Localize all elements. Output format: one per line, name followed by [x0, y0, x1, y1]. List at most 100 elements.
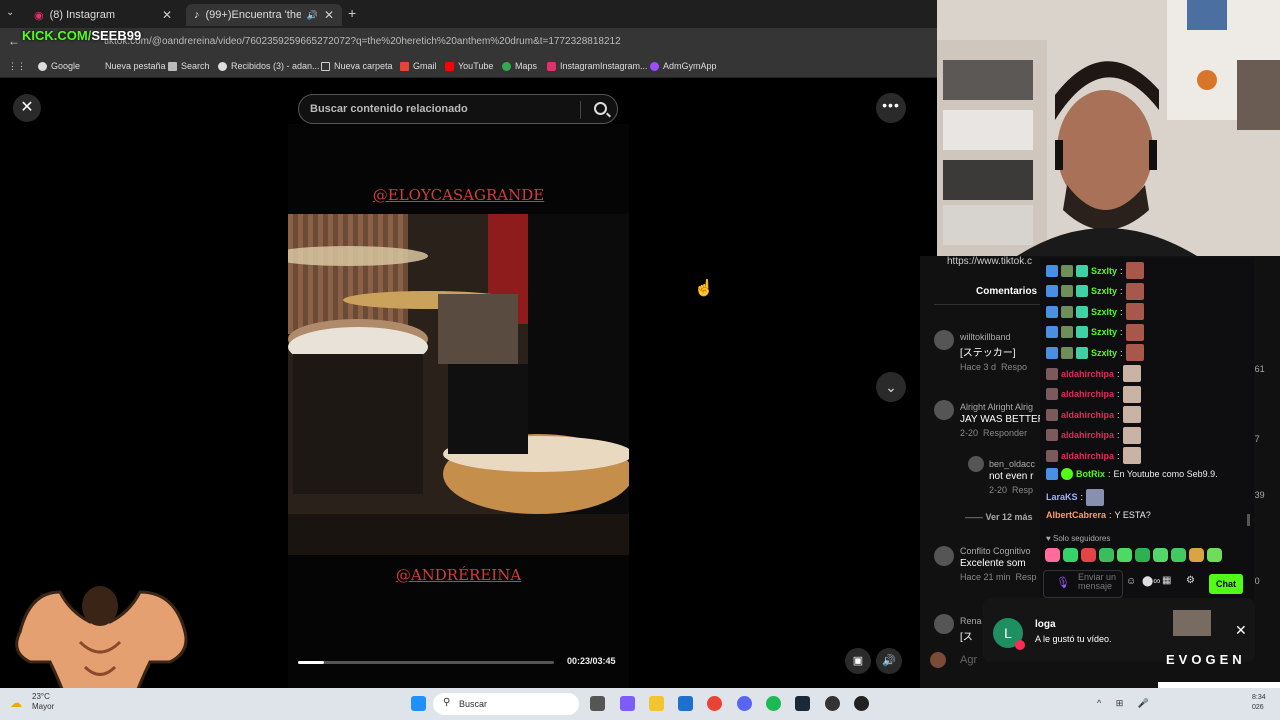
bookmark-gmail-inbox[interactable]: Recibidos (3) - adan... [218, 61, 320, 71]
emote-picker-icon[interactable]: ☺ [1126, 576, 1136, 587]
next-video-button[interactable]: ⌄ [876, 372, 906, 402]
close-tab-icon[interactable]: ✕ [162, 8, 172, 22]
comment-user[interactable]: Alright Alright Alrig [960, 402, 1045, 412]
tab-instagram[interactable]: ◉ (8) Instagram ✕ [26, 4, 180, 26]
bookmark-new-folder[interactable]: Nueva carpeta [321, 61, 393, 71]
bookmark-maps[interactable]: Maps [502, 61, 537, 71]
emote[interactable] [1189, 548, 1204, 562]
chrome-icon[interactable] [707, 696, 722, 711]
avatar[interactable] [934, 546, 954, 566]
video-progress-bar[interactable] [298, 661, 554, 664]
comment-user[interactable]: willtokillband [960, 332, 1027, 342]
steam-icon[interactable] [795, 696, 810, 711]
emote-bar[interactable] [1045, 548, 1222, 562]
points-icon[interactable]: ⬤∞ [1142, 576, 1160, 587]
reply-link[interactable]: Resp [1012, 485, 1033, 495]
notification-user: loga [1035, 619, 1056, 630]
comment-user[interactable]: ben_oldacc [989, 459, 1035, 469]
chat-send-button[interactable]: Chat [1209, 574, 1243, 594]
more-options-button[interactable]: ••• [876, 93, 906, 123]
volume-button[interactable]: 🔊 [876, 648, 902, 674]
task-view-icon[interactable] [590, 696, 605, 711]
bookmark-instagram[interactable]: InstagramInstagram... [547, 61, 648, 71]
chat-username[interactable]: BotRix [1076, 469, 1105, 479]
bookmark-gmail[interactable]: Gmail [400, 61, 437, 71]
chat-emote [1125, 303, 1144, 321]
pip-button[interactable]: ▣ [845, 648, 871, 674]
emote[interactable] [1063, 548, 1078, 562]
related-search-input[interactable]: Buscar contenido relacionado [298, 94, 618, 124]
speaker-icon[interactable]: 🔊 [307, 10, 318, 21]
chat-username[interactable]: Szxlty [1091, 286, 1117, 296]
bookmark-admgymapp[interactable]: AdmGymApp [650, 61, 717, 71]
gear-icon[interactable]: ⚙ [1186, 575, 1195, 586]
chat-username[interactable]: aldahirchipa [1061, 389, 1114, 399]
obs-icon[interactable] [825, 696, 840, 711]
chat-username[interactable]: Szxlty [1091, 348, 1117, 358]
emote[interactable] [1135, 548, 1150, 562]
bookmark-youtube[interactable]: YouTube [445, 61, 493, 71]
file-explorer-icon[interactable] [649, 696, 664, 711]
discord-icon[interactable] [737, 696, 752, 711]
video-progress-fill [298, 661, 324, 664]
avatar[interactable] [934, 330, 954, 350]
avatar[interactable] [934, 400, 954, 420]
reply-link[interactable]: Resp [1016, 572, 1037, 582]
microphone-icon[interactable]: 🎙 [1056, 578, 1070, 589]
emote[interactable] [1045, 548, 1060, 562]
reply-link[interactable]: Responder [983, 428, 1027, 438]
spotify-icon[interactable] [766, 696, 781, 711]
weather-widget[interactable]: 23°C Mayor [32, 692, 54, 712]
badge-icon [1076, 285, 1088, 298]
system-tray[interactable]: ^ ⊞ 🎤 [1097, 698, 1155, 709]
emote[interactable] [1117, 548, 1132, 562]
store-icon[interactable]: ▦ [1162, 575, 1171, 586]
chat-message-input[interactable]: 🎙 Enviar un mensaje [1043, 570, 1123, 598]
reply-link[interactable]: Respo [1001, 362, 1027, 372]
search-icon[interactable] [594, 102, 607, 115]
taskbar-search[interactable]: ⚲ Buscar [433, 693, 579, 715]
tab-tiktok[interactable]: ♪ (99+)Encuentra 'the heretic 🔊 ✕ [186, 4, 342, 26]
comment-user[interactable]: Rena [960, 616, 982, 626]
apps-grid-icon[interactable]: ⋮⋮ [8, 61, 26, 72]
emote[interactable] [1207, 548, 1222, 562]
emote[interactable] [1171, 548, 1186, 562]
widgets-icon[interactable] [620, 696, 635, 711]
new-tab-button[interactable]: + [348, 5, 356, 21]
drummer-video-frame [288, 214, 629, 555]
tab-search-icon[interactable]: ⌄ [6, 7, 14, 18]
emote[interactable] [1099, 548, 1114, 562]
store-icon[interactable] [678, 696, 693, 711]
share-link[interactable]: https://www.tiktok.c [947, 256, 1032, 267]
close-tab-icon[interactable]: ✕ [324, 8, 334, 22]
chat-username[interactable]: Szxlty [1091, 266, 1117, 276]
chat-username[interactable]: aldahirchipa [1061, 451, 1114, 461]
chat-username[interactable]: AlbertCabrera [1046, 510, 1106, 520]
bookmark-new-tab[interactable]: Nueva pestaña [92, 61, 166, 71]
chat-scrollbar[interactable] [1247, 514, 1250, 526]
avatar[interactable] [934, 614, 954, 634]
chat-username[interactable]: Szxlty [1091, 327, 1117, 337]
close-viewer-button[interactable]: ✕ [13, 94, 41, 122]
chat-username[interactable]: Szxlty [1091, 307, 1117, 317]
emote[interactable] [1153, 548, 1168, 562]
chat-colon: : [1117, 409, 1120, 420]
media-player-icon[interactable] [854, 696, 869, 711]
video-player[interactable]: @ELOYCASAGRANDE @ANDRÉREINA 00:23/03:45 [288, 124, 629, 688]
clock[interactable]: 8:34 026 [1252, 693, 1266, 713]
bookmark-search[interactable]: Search [168, 61, 210, 71]
view-more-replies[interactable]: —— Ver 12 más [965, 512, 1033, 522]
close-icon[interactable]: ✕ [1235, 622, 1247, 639]
emote[interactable] [1081, 548, 1096, 562]
chat-username[interactable]: aldahirchipa [1061, 369, 1114, 379]
add-comment-input[interactable]: Agr [960, 654, 977, 666]
chat-username[interactable]: LaraKS [1046, 492, 1078, 502]
chat-username[interactable]: aldahirchipa [1061, 430, 1114, 440]
bookmark-google[interactable]: Google [38, 61, 80, 71]
chat-username[interactable]: aldahirchipa [1061, 410, 1114, 420]
avatar[interactable] [968, 456, 984, 472]
weather-icon[interactable]: ☁ [10, 696, 22, 710]
comment-user[interactable]: Conflito Cognitivo [960, 546, 1037, 556]
windows-start-icon[interactable] [411, 696, 426, 711]
tab-comments[interactable]: Comentarios [976, 286, 1037, 297]
